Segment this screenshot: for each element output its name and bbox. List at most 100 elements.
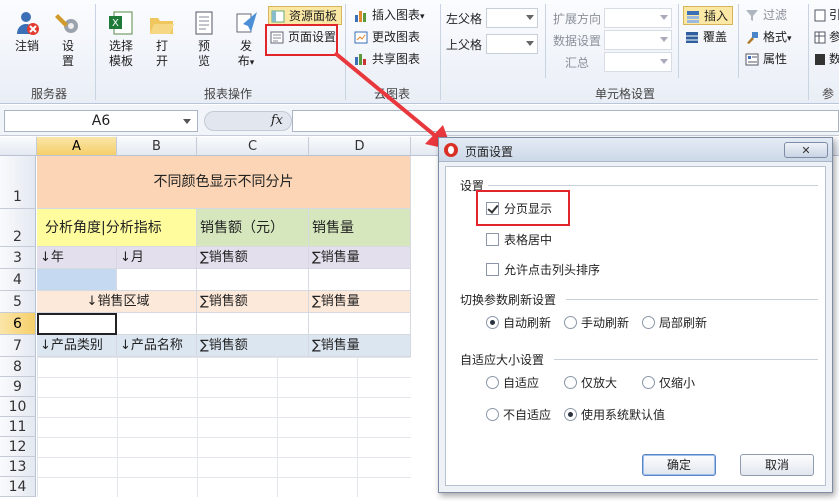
radio-partial-refresh[interactable]: 局部刷新 [642, 316, 707, 330]
logout-button[interactable]: 注销 [8, 10, 46, 54]
change-chart-label: 更改图表 [372, 30, 421, 44]
folder-open-icon [149, 10, 175, 36]
cell-a7[interactable]: ↓产品类别 [37, 335, 117, 357]
cut-item-label: 引 [829, 8, 839, 22]
radio-shrink-only[interactable]: 仅缩小 [642, 376, 695, 390]
fit-label: 自适应 [503, 376, 540, 390]
left-parent-combo[interactable] [486, 8, 538, 28]
top-parent-combo[interactable] [486, 34, 538, 54]
cell-sales-amount-header[interactable]: 销售额（元） [197, 209, 309, 247]
radio-enlarge-only[interactable]: 仅放大 [564, 376, 617, 390]
cut-item-1[interactable]: 引 [813, 6, 839, 25]
radio-auto-refresh[interactable]: 自动刷新 [486, 316, 551, 330]
select-template-button[interactable]: X 选择 模板 [104, 10, 138, 69]
formula-function-button[interactable]: fx [204, 111, 292, 131]
cell-d3[interactable]: ∑销售量 [309, 247, 411, 269]
radio-system-default[interactable]: 使用系统默认值 [564, 408, 665, 422]
allow-sort-checkbox[interactable]: 允许点击列头排序 [486, 263, 600, 277]
cell-angle-indicator[interactable]: 分析角度|分析指标 [37, 209, 197, 247]
row-header-1[interactable]: 1 [0, 156, 36, 209]
ok-button[interactable]: 确定 [642, 454, 716, 476]
dialog-titlebar[interactable]: 页面设置 ✕ [439, 138, 832, 162]
cover-rows-icon [685, 31, 699, 44]
column-header-a[interactable]: A [37, 137, 117, 156]
radio-no-fit[interactable]: 不自适应 [486, 408, 551, 422]
center-table-checkbox[interactable]: 表格居中 [486, 233, 552, 247]
cell-a4[interactable] [37, 269, 117, 291]
cover-button[interactable]: 覆盖 [683, 28, 733, 47]
publish-button[interactable]: 发 布▾ [228, 10, 264, 71]
change-chart-button[interactable]: 更改图表 [352, 28, 432, 47]
row-header-8[interactable]: 8 [0, 357, 36, 377]
cell-sales-qty-header[interactable]: 销售量 [309, 209, 411, 247]
row-header-11[interactable]: 11 [0, 417, 36, 437]
chevron-down-icon: ▾ [420, 12, 425, 22]
cell-d5[interactable]: ∑销售量 [309, 291, 411, 313]
select-template-label: 选择 模板 [108, 39, 133, 68]
radio-manual-refresh[interactable]: 手动刷新 [564, 316, 629, 330]
section-divider [566, 299, 818, 300]
summary-combo[interactable] [604, 52, 672, 72]
cell-b3[interactable]: ↓月 [117, 247, 197, 269]
publish-label: 发 布▾ [228, 39, 264, 71]
cell-b6[interactable] [117, 313, 197, 335]
preview-button[interactable]: 预 览 [188, 10, 220, 69]
row-header-7[interactable]: 7 [0, 335, 36, 357]
publish-paper-plane-icon [233, 10, 259, 36]
radio-fit[interactable]: 自适应 [486, 376, 539, 390]
expand-direction-combo[interactable] [604, 8, 672, 28]
cell-c7[interactable]: ∑销售额 [197, 335, 309, 357]
cancel-button[interactable]: 取消 [740, 454, 814, 476]
cell-c4[interactable] [197, 269, 309, 291]
cell-c3[interactable]: ∑销售额 [197, 247, 309, 269]
cell-b7[interactable]: ↓产品名称 [117, 335, 197, 357]
insert-button[interactable]: 插入 [683, 6, 733, 25]
open-button[interactable]: 打 开 [146, 10, 178, 69]
cancel-label: 取消 [764, 458, 789, 472]
filter-button[interactable]: 过滤 [743, 6, 803, 25]
cut-item-2[interactable]: 参 [813, 28, 839, 47]
attribute-list-icon [745, 53, 759, 66]
cell-c6[interactable] [197, 313, 309, 335]
cell-d6[interactable] [309, 313, 411, 335]
row-header-10[interactable]: 10 [0, 397, 36, 417]
chevron-down-icon [183, 119, 191, 124]
wrench-gear-icon [55, 10, 81, 36]
cell-d7[interactable]: ∑销售量 [309, 335, 411, 357]
row-header-2[interactable]: 2 [0, 209, 36, 247]
data-setting-combo[interactable] [604, 30, 672, 50]
name-box[interactable]: A6 [4, 110, 198, 132]
settings-button[interactable]: 设 置 [52, 10, 84, 69]
row-header-12[interactable]: 12 [0, 437, 36, 457]
cell-a3[interactable]: ↓年 [37, 247, 117, 269]
close-icon: ✕ [801, 144, 811, 157]
select-all-corner[interactable] [0, 137, 37, 156]
svg-text:X: X [112, 18, 119, 29]
row-header-9[interactable]: 9 [0, 377, 36, 397]
row-header-4[interactable]: 4 [0, 269, 36, 291]
column-header-c[interactable]: C [197, 137, 309, 156]
cell-a6-selected[interactable] [37, 313, 117, 335]
cell-d4[interactable] [309, 269, 411, 291]
param-icon [814, 31, 828, 44]
cell-c5[interactable]: ∑销售额 [197, 291, 309, 313]
format-button[interactable]: 格式▾ [743, 28, 803, 47]
expand-direction-label: 扩展方向 [553, 12, 602, 26]
column-header-b[interactable]: B [117, 137, 197, 156]
row-header-5[interactable]: 5 [0, 291, 36, 313]
cut-item-3[interactable]: 数 [813, 50, 839, 69]
attribute-button[interactable]: 属性 [743, 50, 803, 69]
row-header-14[interactable]: 14 [0, 477, 36, 497]
row-header-6[interactable]: 6 [0, 313, 36, 335]
fx-icon: fx [270, 113, 283, 128]
cell-b4[interactable] [117, 269, 197, 291]
close-button[interactable]: ✕ [784, 142, 828, 158]
attribute-label: 属性 [763, 52, 788, 66]
radio-unselected-icon [564, 376, 577, 389]
radio-unselected-icon [486, 408, 499, 421]
cell-sales-region[interactable]: ↓销售区域 [37, 291, 197, 313]
row-header-3[interactable]: 3 [0, 247, 36, 269]
row-header-13[interactable]: 13 [0, 457, 36, 477]
insert-chart-button[interactable]: 插入图表▾ [352, 6, 434, 25]
resource-panel-button[interactable]: 资源面板 [268, 6, 342, 25]
